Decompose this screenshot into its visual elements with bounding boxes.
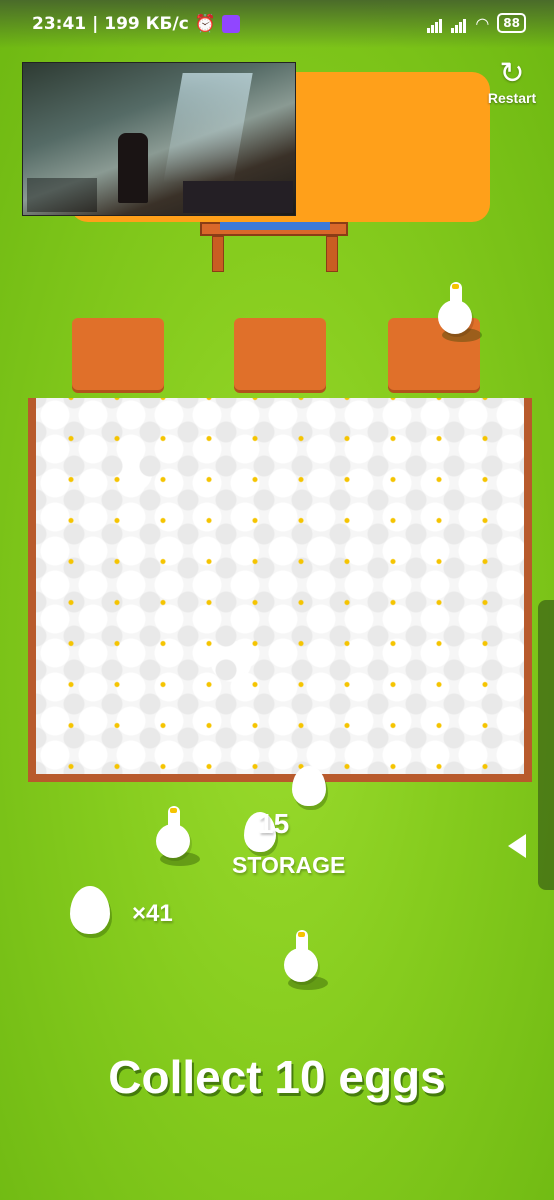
stream-preview[interactable] — [22, 62, 296, 216]
goose — [278, 930, 328, 990]
signal-icon — [427, 14, 443, 33]
goose — [150, 806, 200, 866]
restart-label: Restart — [487, 90, 537, 106]
feeder-table — [200, 222, 348, 272]
expand-arrow-icon[interactable] — [508, 834, 526, 858]
restart-button[interactable]: ↻ Restart — [484, 57, 540, 107]
goose-flock — [36, 398, 524, 774]
flock-beaks — [36, 398, 524, 774]
egg[interactable] — [292, 766, 326, 806]
network-speed: | 199 КБ/с — [92, 14, 189, 34]
stream-webcam — [183, 181, 293, 213]
alarm-icon: ⏰ — [194, 14, 216, 34]
signal-icon-2 — [451, 14, 467, 33]
storage-label: STORAGE — [232, 852, 346, 878]
objective-text: Collect 10 eggs — [108, 1051, 446, 1103]
stream-light — [163, 73, 253, 183]
nest-pad[interactable] — [72, 318, 164, 390]
status-right: ◠ 88 — [427, 13, 526, 33]
side-panel-handle[interactable] — [538, 600, 554, 890]
stream-character — [118, 133, 148, 203]
egg-count: ×41 — [132, 900, 173, 927]
inventory-egg-icon — [70, 886, 110, 934]
stream-hud — [27, 178, 97, 212]
table-trough — [220, 222, 330, 230]
goose — [432, 282, 482, 342]
table-leg — [326, 236, 338, 272]
table-leg — [212, 236, 224, 272]
battery-icon: 88 — [497, 13, 526, 33]
nest-pad[interactable] — [234, 318, 326, 390]
clock: 23:41 — [32, 14, 87, 34]
status-bar: 23:41 | 199 КБ/с ⏰ ◠ 88 — [0, 0, 554, 48]
restart-icon: ↻ — [499, 57, 525, 90]
status-left: 23:41 | 199 КБ/с ⏰ — [32, 14, 240, 34]
storage-count: 15 — [258, 808, 290, 839]
twitch-icon — [221, 15, 240, 33]
wifi-icon: ◠ — [475, 13, 490, 33]
